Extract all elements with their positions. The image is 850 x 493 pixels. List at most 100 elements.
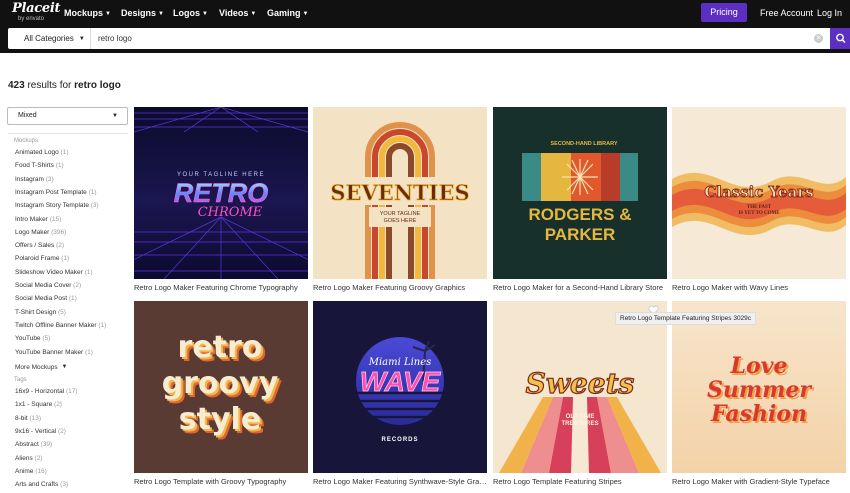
mockup-filter-item[interactable]: Intro Maker (15)	[15, 215, 61, 224]
card-thumbnail[interactable]: SEVENTIES YOUR TAGLINE GOES HERE	[313, 107, 487, 279]
card-art-text: RETRO	[174, 178, 269, 208]
card-thumbnail[interactable]: Sweets OLD TIME TREASURES	[493, 301, 667, 473]
category-select[interactable]: All Categories ▼	[8, 28, 91, 49]
mockup-filter-item[interactable]: Polaroid Frame (1)	[15, 254, 69, 263]
filter-label: Instagram	[15, 175, 44, 183]
card-thumbnail[interactable]: retro retro retro groovy groovy groovy s…	[134, 301, 308, 473]
filter-count: (2)	[54, 401, 62, 409]
retro-groovy-logo-image: retro retro retro groovy groovy groovy s…	[134, 301, 308, 473]
results-query: retro logo	[74, 80, 121, 91]
card-title[interactable]: Retro Logo Template with Groovy Typograp…	[134, 477, 310, 487]
chevron-down-icon: ▼	[78, 36, 85, 42]
nav-videos[interactable]: Videos ▼	[219, 7, 256, 21]
filter-label: Abstract	[15, 441, 39, 449]
mockup-filter-item[interactable]: Instagram (3)	[15, 175, 54, 184]
clear-icon[interactable]: ✕	[814, 34, 823, 43]
filter-count: (3)	[45, 175, 54, 183]
card-art-text: Love	[730, 353, 788, 379]
card-title[interactable]: Retro Logo Maker for a Second-Hand Libra…	[493, 283, 669, 293]
card-thumbnail[interactable]: YOUR TAGLINE HERE RETRO CHROME	[134, 107, 308, 279]
filter-label: Instagram Post Template	[15, 188, 87, 196]
card-art-text: retro	[178, 330, 263, 365]
tag-filter-item[interactable]: Abstract (39)	[15, 440, 52, 449]
free-account-link[interactable]: Free Account	[760, 7, 813, 19]
library-logo-image: SECOND-HAND LIBRARY RODGERS & PARKER	[493, 107, 667, 279]
mockup-filter-item[interactable]: Food T-Shirts (1)	[15, 161, 64, 170]
filter-count: (1)	[68, 295, 77, 303]
logo-text: Placeit	[12, 1, 61, 16]
nav-logos[interactable]: Logos ▼	[173, 7, 208, 21]
tag-filter-item[interactable]: 8-bit (13)	[15, 414, 41, 423]
category-select-label: All Categories	[24, 34, 74, 43]
nav-designs-label: Designs	[121, 8, 157, 18]
card-title[interactable]: Retro Logo Template Featuring Stripes	[493, 477, 669, 487]
mockup-filter-item[interactable]: Logo Maker (396)	[15, 228, 66, 237]
mockup-filter-item[interactable]: Social Media Post (1)	[15, 294, 77, 303]
card-art-text: TREASURES	[561, 421, 598, 427]
filter-label: Offers / Sales	[15, 242, 55, 250]
filter-count: (5)	[42, 335, 51, 343]
mockup-filter-item[interactable]: Slideshow Video Maker (1)	[15, 268, 93, 277]
tag-filter-item[interactable]: 9x16 - Vertical (2)	[15, 427, 66, 436]
mockup-filter-item[interactable]: Instagram Post Template (1)	[15, 188, 97, 197]
mockup-filter-item[interactable]: Instagram Story Template (3)	[15, 201, 99, 210]
mockup-filter-item[interactable]: Social Media Cover (2)	[15, 281, 81, 290]
placeit-logo[interactable]: Placeit by envato	[12, 2, 60, 23]
card-art-text: Classic Years	[704, 183, 813, 201]
filter-label: Social Media Cover	[15, 282, 72, 289]
filter-label: T-Shirt Design	[15, 308, 57, 316]
login-link[interactable]: Log In	[817, 7, 842, 19]
filter-label: Polaroid Frame	[15, 255, 60, 263]
sweets-logo-image: Sweets OLD TIME TREASURES	[493, 301, 667, 473]
chevron-down-icon: ▼	[61, 364, 68, 370]
search-button[interactable]	[830, 28, 850, 49]
tag-filter-item[interactable]: 1x1 - Square (2)	[15, 400, 62, 409]
card-art-text: Summer	[707, 377, 812, 403]
tag-filter-item[interactable]: 16x9 - Horizontal (17)	[15, 387, 78, 396]
sort-select-label: Mixed	[18, 112, 37, 119]
nav-gaming[interactable]: Gaming ▼	[267, 7, 308, 21]
filter-label: Food T-Shirts	[15, 162, 54, 170]
filter-label: YouTube Banner Maker	[15, 348, 84, 356]
nav-mockups[interactable]: Mockups ▼	[64, 7, 111, 21]
filter-count: (39)	[40, 441, 53, 449]
mockup-filter-item[interactable]: Offers / Sales (2)	[15, 241, 64, 250]
card-tooltip: Retro Logo Template Featuring Stripes 30…	[615, 312, 757, 325]
filter-label: 16x9 - Horizontal	[15, 388, 65, 395]
mockup-filter-item[interactable]: Twitch Offline Banner Maker (1)	[15, 321, 106, 330]
filter-count: (13)	[29, 414, 42, 422]
more-mockups-button[interactable]: More Mockups ▼	[15, 363, 67, 373]
card-title[interactable]: Retro Logo Maker Featuring Synthwave-Sty…	[313, 477, 489, 487]
card-art-text: Fashion	[710, 401, 807, 427]
card-thumbnail[interactable]: Classic Years THE PAST IS YET TO COME	[672, 107, 846, 279]
mockup-filter-item[interactable]: Animated Logo (1)	[15, 148, 69, 157]
nav-designs[interactable]: Designs ▼	[121, 7, 164, 21]
card-thumbnail[interactable]: Miami Lines WAVE RECORDS	[313, 301, 487, 473]
card-thumbnail[interactable]: Love Love Summer Summer Fashion Fashion	[672, 301, 846, 473]
tag-filter-item[interactable]: Aliens (2)	[15, 454, 42, 463]
nav-mockups-label: Mockups	[64, 8, 104, 18]
search-icon	[836, 33, 846, 43]
filter-label: Anime	[15, 467, 34, 475]
filter-label: Instagram Story Template	[15, 202, 89, 210]
tag-filter-item[interactable]: Arts and Crafts (3)	[15, 480, 68, 489]
mockup-filter-item[interactable]: YouTube (5)	[15, 334, 50, 343]
filter-count: (396)	[51, 228, 67, 236]
card-title[interactable]: Retro Logo Maker with Gradient-Style Typ…	[672, 477, 848, 487]
nav-logos-label: Logos	[173, 8, 200, 18]
results-prefix: results for	[24, 80, 75, 91]
filter-label: Logo Maker	[15, 228, 50, 236]
mockup-filter-item[interactable]: YouTube Banner Maker (1)	[15, 348, 93, 357]
tag-filter-item[interactable]: Anime (16)	[15, 467, 47, 476]
search-input[interactable]	[98, 28, 798, 49]
filter-count: (2)	[73, 282, 82, 289]
filter-label: Intro Maker	[15, 215, 48, 223]
mockup-filter-item[interactable]: T-Shirt Design (5)	[15, 308, 66, 317]
pricing-button[interactable]: Pricing	[701, 3, 747, 22]
card-thumbnail[interactable]: SECOND-HAND LIBRARY RODGERS & PARKER	[493, 107, 667, 279]
card-title[interactable]: Retro Logo Maker Featuring Chrome Typogr…	[134, 283, 310, 293]
sort-select[interactable]: Mixed ▼	[7, 107, 128, 125]
filter-label: Animated Logo	[15, 149, 59, 156]
card-title[interactable]: Retro Logo Maker with Wavy Lines	[672, 283, 848, 293]
card-title[interactable]: Retro Logo Maker Featuring Groovy Graphi…	[313, 283, 489, 293]
